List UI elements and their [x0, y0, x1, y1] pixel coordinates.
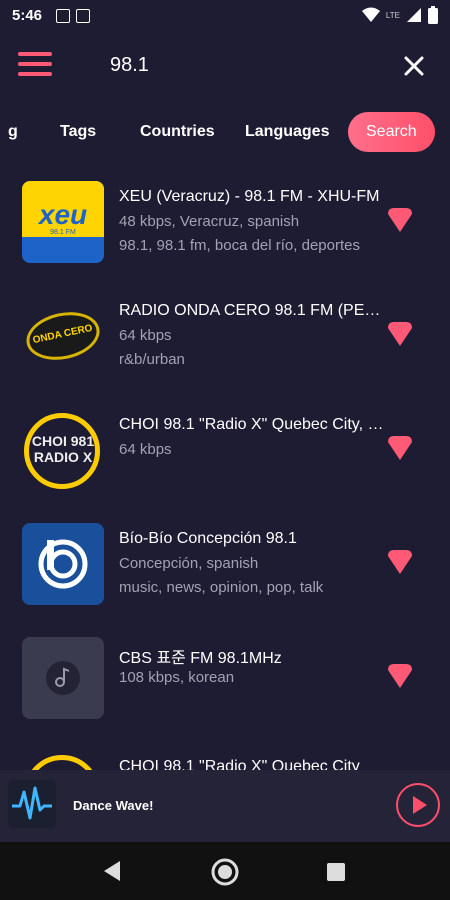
search-input[interactable]: 98.1: [110, 54, 149, 77]
station-title: Bío-Bío Concepción 98.1: [119, 530, 297, 547]
tab-partial[interactable]: g: [8, 112, 18, 152]
play-icon: [413, 796, 427, 814]
back-icon[interactable]: [100, 858, 126, 884]
station-details: 108 kbps, korean: [119, 669, 235, 686]
station-title: XEU (Veracruz) - 98.1 FM - XHU-FM: [119, 188, 380, 205]
logo-text: CHOI 981 RADIO X: [31, 433, 95, 465]
menu-icon-bar: [18, 52, 52, 56]
station-details: 64 kbps: [119, 441, 172, 458]
station-row[interactable]: Bío-Bío Concepción 98.1 Concepción, span…: [0, 508, 450, 622]
station-logo: ONDA CERO: [22, 295, 104, 377]
music-note-icon: [46, 661, 80, 695]
station-title: RADIO ONDA CERO 98.1 FM (PERU): [119, 302, 384, 319]
notification-icon: [56, 9, 70, 23]
favorite-heart-icon[interactable]: [386, 664, 414, 690]
station-title: CHOI 98.1 "Radio X" Quebec City: [119, 758, 360, 770]
station-details: 64 kbps: [119, 327, 172, 344]
logo-text: ONDA CERO: [31, 322, 94, 347]
status-time: 5:46: [12, 7, 43, 24]
menu-icon-bar: [18, 62, 52, 66]
player-title: Dance Wave!: [73, 798, 154, 813]
player-station-logo: [8, 780, 56, 828]
signal-icon: [407, 8, 421, 22]
favorite-heart-icon[interactable]: [386, 208, 414, 234]
play-button[interactable]: [396, 783, 440, 827]
station-tags: 98.1, 98.1 fm, boca del río, deportes: [119, 237, 360, 254]
station-row[interactable]: CHOI 98.1 "Radio X" Quebec City: [0, 736, 450, 770]
notification-icons: [56, 9, 90, 23]
logo-oval: ONDA CERO: [22, 305, 104, 367]
logo-ring: [24, 755, 100, 770]
station-logo: [22, 523, 104, 605]
mini-player[interactable]: Dance Wave!: [0, 770, 450, 842]
wave-logo-icon: [12, 786, 52, 820]
station-row[interactable]: xeu 98.1 FM XEU (Veracruz) - 98.1 FM - X…: [0, 166, 450, 280]
station-details: 48 kbps, Veracruz, spanish: [119, 213, 300, 230]
wifi-icon: [361, 7, 380, 22]
favorite-heart-icon[interactable]: [386, 436, 414, 462]
favorite-heart-icon[interactable]: [386, 322, 414, 348]
tab-countries[interactable]: Countries: [140, 112, 215, 152]
station-tags: music, news, opinion, pop, talk: [119, 579, 324, 596]
system-nav-bar: [0, 842, 450, 900]
tab-search[interactable]: Search: [348, 112, 435, 152]
close-icon[interactable]: [400, 52, 428, 80]
station-logo: xeu 98.1 FM: [22, 181, 104, 263]
station-row[interactable]: ONDA CERO RADIO ONDA CERO 98.1 FM (PERU)…: [0, 280, 450, 394]
station-details: Concepción, spanish: [119, 555, 259, 572]
station-list: xeu 98.1 FM XEU (Veracruz) - 98.1 FM - X…: [0, 166, 450, 770]
recents-icon[interactable]: [325, 861, 347, 883]
menu-icon-bar: [18, 72, 52, 76]
logo-text: xeu: [38, 199, 88, 230]
menu-button[interactable]: [18, 52, 52, 80]
category-tabs: g Tags Countries Languages Search: [0, 112, 450, 156]
station-logo: [22, 637, 104, 719]
favorite-heart-icon[interactable]: [386, 550, 414, 576]
station-logo: [22, 751, 104, 770]
notification-icon-2: [76, 9, 90, 23]
station-row[interactable]: CHOI 981 RADIO X CHOI 98.1 "Radio X" Que…: [0, 394, 450, 508]
status-bar: 5:46 LTE: [0, 0, 450, 34]
station-title: CBS 표준 FM 98.1MHz: [119, 650, 282, 667]
station-row[interactable]: CBS 표준 FM 98.1MHz 108 kbps, korean: [0, 622, 450, 736]
station-title: CHOI 98.1 "Radio X" Quebec City, QC: [119, 416, 384, 433]
logo-subtext: 98.1 FM: [50, 229, 76, 236]
station-tags: r&b/urban: [119, 351, 185, 368]
home-icon[interactable]: [210, 857, 240, 887]
status-right-icons: LTE: [361, 6, 438, 24]
tab-tags[interactable]: Tags: [60, 112, 96, 152]
tab-languages[interactable]: Languages: [245, 112, 329, 152]
biobio-logo-icon: [38, 539, 88, 589]
station-logo: CHOI 981 RADIO X: [22, 409, 104, 491]
app-bar: 98.1: [0, 34, 450, 98]
network-label: LTE: [385, 10, 400, 20]
battery-icon: [428, 6, 438, 24]
